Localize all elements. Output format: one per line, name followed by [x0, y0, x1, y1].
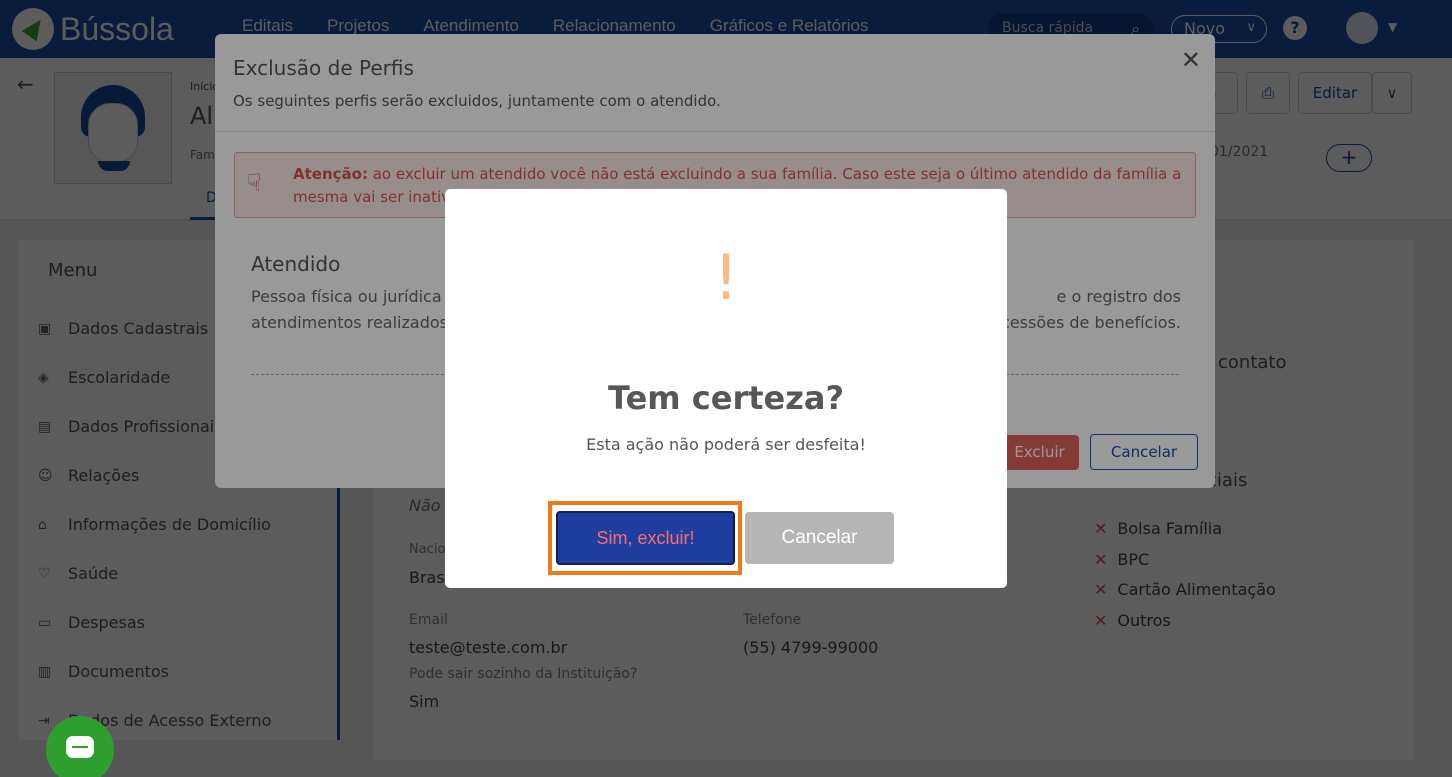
confirm-delete-button[interactable]: Sim, excluir!: [556, 511, 735, 565]
confirm-title: Tem certeza?: [608, 379, 844, 417]
chat-button[interactable]: [46, 716, 114, 777]
confirm-dialog: ! Tem certeza? Esta ação não poderá ser …: [445, 189, 1007, 588]
chat-bubble-icon: [66, 736, 94, 758]
confirm-cancel-button[interactable]: Cancelar: [745, 512, 894, 564]
warning-exclamation-icon: !: [713, 241, 739, 314]
confirm-text: Esta ação não poderá ser desfeita!: [586, 435, 866, 454]
